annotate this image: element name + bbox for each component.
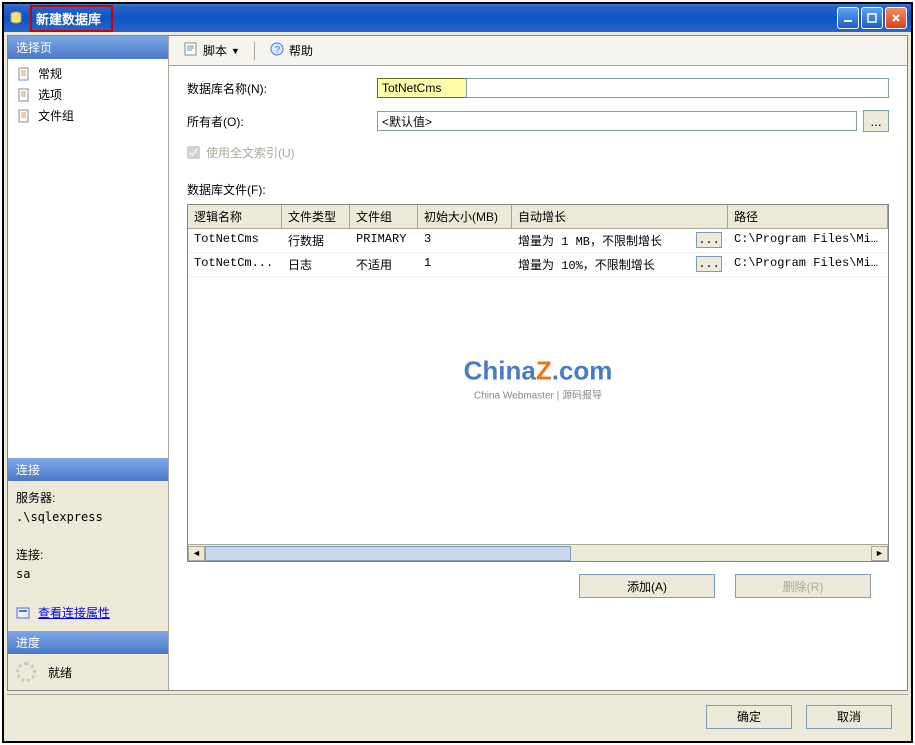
help-button[interactable]: ? 帮助 bbox=[263, 39, 319, 62]
fulltext-label: 使用全文索引(U) bbox=[206, 144, 295, 161]
owner-label: 所有者(O): bbox=[187, 113, 377, 130]
minimize-button[interactable] bbox=[837, 7, 859, 29]
svg-text:?: ? bbox=[274, 45, 280, 56]
cancel-button[interactable]: 取消 bbox=[806, 705, 892, 729]
add-button[interactable]: 添加(A) bbox=[579, 574, 715, 598]
titlebar[interactable]: 新建数据库 bbox=[4, 4, 911, 32]
page-icon bbox=[16, 87, 32, 103]
script-button[interactable]: 脚本 ▼ bbox=[177, 39, 246, 62]
table-row[interactable]: TotNetCm... 日志 不适用 1 增量为 10%，不限制增长... C:… bbox=[188, 253, 888, 277]
progress-status: 就绪 bbox=[48, 664, 72, 681]
owner-input[interactable] bbox=[377, 111, 857, 131]
server-label: 服务器: bbox=[16, 489, 160, 508]
nav-item-general[interactable]: 常规 bbox=[12, 63, 164, 84]
maximize-button[interactable] bbox=[861, 7, 883, 29]
scroll-thumb[interactable] bbox=[205, 546, 571, 561]
dbname-input[interactable] bbox=[377, 78, 467, 98]
col-autogrowth[interactable]: 自动增长 bbox=[512, 205, 728, 228]
remove-button: 删除(R) bbox=[735, 574, 871, 598]
nav-label: 常规 bbox=[38, 65, 62, 82]
script-icon bbox=[183, 41, 199, 60]
col-filegroup[interactable]: 文件组 bbox=[350, 205, 418, 228]
growth-browse-button[interactable]: ... bbox=[696, 256, 722, 272]
spinner-icon bbox=[16, 662, 36, 682]
scroll-left-icon[interactable]: ◄ bbox=[188, 546, 205, 561]
nav-item-options[interactable]: 选项 bbox=[12, 84, 164, 105]
files-label: 数据库文件(F): bbox=[187, 181, 889, 198]
server-icon bbox=[16, 605, 32, 621]
toolbar: 脚本 ▼ ? 帮助 bbox=[169, 36, 907, 66]
fulltext-checkbox bbox=[187, 146, 200, 159]
owner-browse-button[interactable]: ... bbox=[863, 110, 889, 132]
col-logical-name[interactable]: 逻辑名称 bbox=[188, 205, 282, 228]
progress-header: 进度 bbox=[8, 631, 168, 654]
files-grid[interactable]: 逻辑名称 文件类型 文件组 初始大小(MB) 自动增长 路径 TotNetCms… bbox=[187, 204, 889, 562]
nav-label: 文件组 bbox=[38, 107, 74, 124]
separator bbox=[254, 42, 255, 60]
help-icon: ? bbox=[269, 41, 285, 60]
col-initial-size[interactable]: 初始大小(MB) bbox=[418, 205, 512, 228]
view-connection-link[interactable]: 查看连接属性 bbox=[38, 604, 110, 623]
dbname-input-ext[interactable] bbox=[466, 78, 889, 98]
col-path[interactable]: 路径 bbox=[728, 205, 888, 228]
growth-browse-button[interactable]: ... bbox=[696, 232, 722, 248]
conn-value: sa bbox=[16, 565, 160, 584]
nav-item-filegroups[interactable]: 文件组 bbox=[12, 105, 164, 126]
watermark: ChinaZ.com China Webmaster | 源码报导 bbox=[464, 355, 613, 401]
dbname-label: 数据库名称(N): bbox=[187, 80, 377, 97]
conn-label: 连接: bbox=[16, 546, 160, 565]
server-value: .\sqlexpress bbox=[16, 508, 160, 527]
nav-label: 选项 bbox=[38, 86, 62, 103]
col-file-type[interactable]: 文件类型 bbox=[282, 205, 350, 228]
page-icon bbox=[16, 66, 32, 82]
select-page-header: 选择页 bbox=[8, 36, 168, 59]
connection-header: 连接 bbox=[8, 458, 168, 481]
table-row[interactable]: TotNetCms 行数据 PRIMARY 3 增量为 1 MB，不限制增长..… bbox=[188, 229, 888, 253]
close-button[interactable] bbox=[885, 7, 907, 29]
chevron-down-icon: ▼ bbox=[231, 46, 240, 56]
page-icon bbox=[16, 108, 32, 124]
ok-button[interactable]: 确定 bbox=[706, 705, 792, 729]
horizontal-scrollbar[interactable]: ◄ ► bbox=[188, 544, 888, 561]
database-icon bbox=[8, 10, 24, 26]
window-title: 新建数据库 bbox=[30, 5, 113, 32]
scroll-right-icon[interactable]: ► bbox=[871, 546, 888, 561]
